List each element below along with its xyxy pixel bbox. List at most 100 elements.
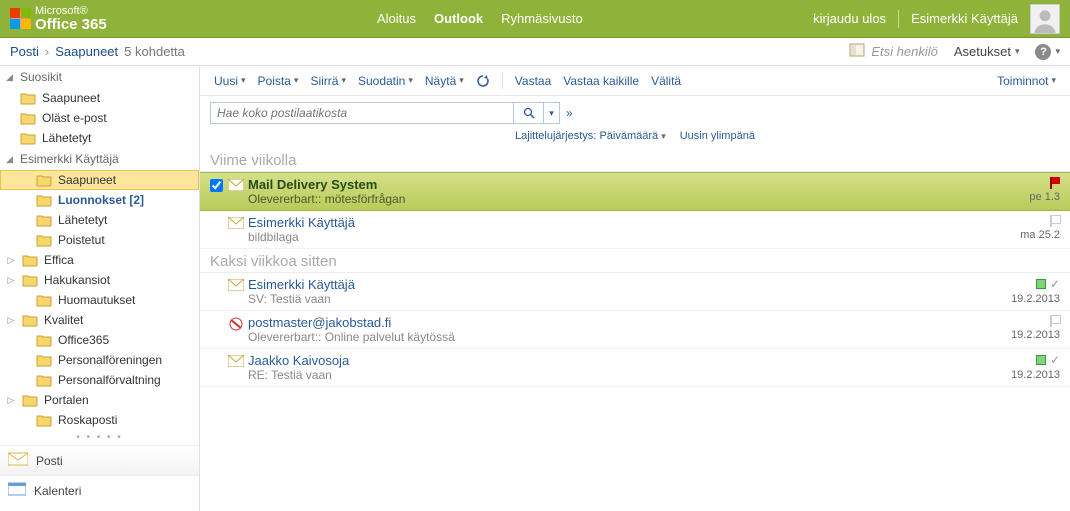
calendar-icon	[8, 482, 26, 499]
brand-main: Office 365	[35, 17, 107, 32]
message-checkbox[interactable]	[210, 179, 223, 192]
sort-order-button[interactable]: Uusin ylimpänä	[680, 130, 755, 142]
reply-button[interactable]: Vastaa	[511, 72, 555, 90]
brand-top: Microsoft®	[35, 6, 107, 17]
message-subject: SV: Testiä vaan	[248, 292, 990, 306]
folder-icon	[36, 173, 52, 187]
settings-menu[interactable]: Asetukset ▾	[954, 44, 1020, 59]
message-group-header[interactable]: Viime viikolla	[200, 148, 1070, 172]
find-person-placeholder: Etsi henkilö	[871, 44, 937, 59]
sidebar-favorite-item[interactable]: Lähetetyt	[0, 128, 199, 148]
nav-start[interactable]: Aloitus	[377, 11, 416, 26]
expand-icon: ▷	[6, 255, 16, 266]
folder-label: Poistetut	[58, 233, 105, 247]
flag-icon[interactable]	[1050, 215, 1060, 227]
move-button[interactable]: Siirrä▾	[306, 72, 350, 90]
sidebar-folder-item[interactable]: Personalförvaltning	[0, 370, 199, 390]
replyall-button[interactable]: Vastaa kaikille	[559, 72, 643, 90]
sidebar-folder-item[interactable]: ▷ Effica	[0, 250, 199, 270]
mailbox-header[interactable]: ◢ Esimerkki Käyttäjä	[0, 148, 199, 170]
envelope-icon	[228, 217, 244, 232]
folder-label: Lähetetyt	[58, 213, 107, 227]
nav-rail-mail[interactable]: Posti	[0, 445, 199, 475]
folder-label: Oläst e-post	[42, 111, 107, 125]
nav-outlook[interactable]: Outlook	[434, 11, 483, 26]
sort-field-button[interactable]: Päivämäärä ▾	[599, 130, 665, 142]
sidebar-folder-item[interactable]: Personalföreningen	[0, 350, 199, 370]
breadcrumb-root[interactable]: Posti	[10, 44, 39, 59]
refresh-icon	[476, 74, 490, 88]
folder-icon	[20, 111, 36, 125]
message-subject: bildbilaga	[248, 230, 990, 244]
actions-button[interactable]: Toiminnot▾	[993, 72, 1060, 90]
message-group-header[interactable]: Kaksi viikkoa sitten	[200, 249, 1070, 273]
folder-label: Luonnokset [2]	[58, 193, 144, 207]
sidebar-folder-item[interactable]: ▷Kvalitet	[0, 310, 199, 330]
favorites-header[interactable]: ◢ Suosikit	[0, 66, 199, 88]
expand-search-icon[interactable]: »	[566, 106, 573, 120]
message-row[interactable]: Jaakko KaivosojaRE: Testiä vaan✓19.2.201…	[200, 349, 1070, 387]
main-area: ◢ Suosikit Saapuneet Oläst e-post Lähetety…	[0, 66, 1070, 511]
settings-label: Asetukset	[954, 44, 1011, 59]
message-toolbar: Uusi▾ Poista▾ Siirrä▾ Suodatin▾ Näytä▾ V…	[200, 66, 1070, 96]
new-button[interactable]: Uusi▾	[210, 72, 250, 90]
message-date: ma 25.2	[1020, 229, 1060, 241]
sidebar-folder-item[interactable]: Luonnokset [2]	[0, 190, 199, 210]
search-icon	[523, 107, 535, 119]
folder-icon	[36, 213, 52, 227]
refresh-button[interactable]	[472, 72, 494, 90]
search-input[interactable]	[211, 106, 513, 120]
caret-down-icon: ▾	[1015, 46, 1020, 57]
sidebar-folder-item[interactable]: Lähetetyt	[0, 210, 199, 230]
message-subject: Olevererbart:: Online palvelut käytössä	[248, 330, 990, 344]
sidebar-folder-item[interactable]: Office365	[0, 330, 199, 350]
message-flags	[1050, 215, 1060, 227]
message-row[interactable]: Mail Delivery SystemOlevererbart:: mötes…	[200, 172, 1070, 211]
sidebar-folder-item[interactable]: ▷Portalen	[0, 390, 199, 410]
find-person-input[interactable]: Etsi henkilö	[849, 43, 937, 60]
sidebar-folder-item[interactable]: Saapuneet	[0, 170, 199, 190]
sidebar-favorite-item[interactable]: Saapuneet	[0, 88, 199, 108]
flag-icon[interactable]	[1050, 177, 1060, 189]
breadcrumb-folder[interactable]: Saapuneet	[55, 44, 118, 59]
message-row[interactable]: Esimerkki KäyttäjäSV: Testiä vaan✓19.2.2…	[200, 273, 1070, 311]
category-icon[interactable]	[1036, 355, 1046, 365]
view-button[interactable]: Näytä▾	[421, 72, 468, 90]
folder-icon	[22, 313, 38, 327]
nav-teamsite[interactable]: Ryhmäsivusto	[501, 11, 583, 26]
folder-label: Saapuneet	[42, 91, 100, 105]
more-folders[interactable]: • • • • •	[0, 430, 199, 445]
folder-icon	[36, 373, 52, 387]
message-row[interactable]: Esimerkki Käyttäjäbildbilagama 25.2	[200, 211, 1070, 249]
nav-rail-calendar[interactable]: Kalenteri	[0, 475, 199, 505]
sidebar-folder-item[interactable]: Roskaposti	[0, 410, 199, 430]
delete-button[interactable]: Poista▾	[254, 72, 303, 90]
avatar[interactable]	[1030, 4, 1060, 34]
signout-link[interactable]: kirjaudu ulos	[813, 11, 886, 26]
message-flags	[1050, 177, 1060, 189]
category-icon[interactable]	[1036, 279, 1046, 289]
folder-label: Saapuneet	[58, 173, 116, 187]
help-menu[interactable]: ? ▾	[1035, 44, 1060, 60]
search-scope-dropdown[interactable]: ▾	[543, 103, 559, 123]
sidebar-folder-item[interactable]: Huomautukset	[0, 290, 199, 310]
flag-icon[interactable]	[1050, 315, 1060, 327]
username-label[interactable]: Esimerkki Käyttäjä	[911, 11, 1018, 26]
message-from: Jaakko Kaivosoja	[248, 353, 990, 368]
sidebar-folder-item[interactable]: ▷Hakukansiot	[0, 270, 199, 290]
sidebar-favorite-item[interactable]: Oläst e-post	[0, 108, 199, 128]
sidebar-folder-item[interactable]: Poistetut	[0, 230, 199, 250]
sort-label: Lajittelujärjestys:	[515, 130, 596, 142]
message-flags	[1050, 315, 1060, 327]
message-row[interactable]: postmaster@jakobstad.fiOlevererbart:: On…	[200, 311, 1070, 349]
forward-button[interactable]: Välitä	[647, 72, 685, 90]
office365-logo[interactable]: Microsoft® Office 365	[10, 6, 107, 32]
office-logo-icon	[10, 8, 31, 29]
search-button[interactable]	[513, 103, 543, 123]
completed-check-icon: ✓	[1050, 353, 1060, 367]
expand-icon: ▷	[6, 315, 16, 326]
folder-label: Effica	[44, 253, 74, 267]
folder-label: Huomautukset	[58, 293, 135, 307]
folder-icon	[20, 131, 36, 145]
filter-button[interactable]: Suodatin▾	[354, 72, 417, 90]
